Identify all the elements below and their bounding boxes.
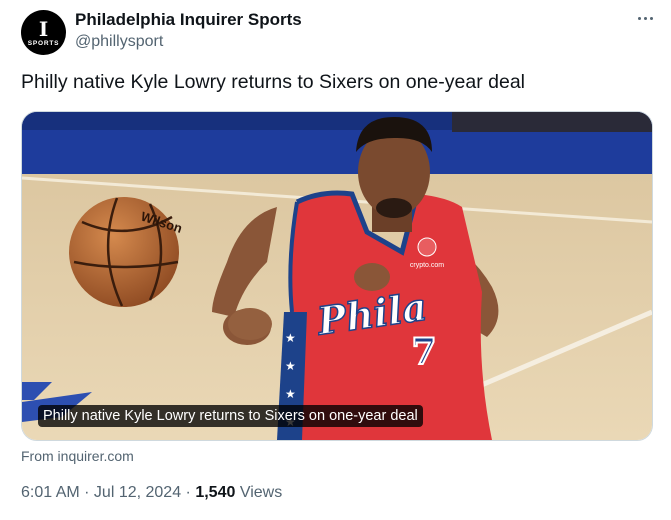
tweet-time[interactable]: 6:01 AM (21, 484, 80, 501)
svg-text:★: ★ (285, 359, 296, 373)
link-source[interactable]: From inquirer.com (21, 448, 134, 464)
meta-separator: · (181, 484, 196, 501)
inquirer-logo-icon: I (38, 16, 49, 41)
svg-text:★: ★ (285, 387, 296, 401)
link-card[interactable]: Wilson ★ ★ ★ ★ crypto.com Phila 7 Philly… (21, 111, 653, 441)
avatar-label: SPORTS (27, 39, 60, 47)
more-options-icon[interactable] (633, 8, 657, 28)
account-avatar[interactable]: I SPORTS (21, 10, 66, 55)
meta-separator: · (79, 484, 94, 501)
account-display-name[interactable]: Philadelphia Inquirer Sports (75, 10, 302, 30)
card-image: Wilson ★ ★ ★ ★ crypto.com Phila 7 (22, 112, 652, 440)
svg-text:★: ★ (285, 331, 296, 345)
views-label: Views (235, 484, 283, 501)
tweet-meta: 6:01 AM · Jul 12, 2024 · 1,540 Views (21, 484, 282, 502)
svg-text:crypto.com: crypto.com (410, 262, 444, 269)
views-count: 1,540 (195, 484, 236, 501)
svg-text:7: 7 (411, 331, 436, 373)
account-handle[interactable]: @phillysport (75, 33, 163, 51)
tweet-date[interactable]: Jul 12, 2024 (94, 484, 181, 501)
tweet-text: Philly native Kyle Lowry returns to Sixe… (21, 71, 525, 93)
card-image-caption: Philly native Kyle Lowry returns to Sixe… (38, 405, 423, 427)
